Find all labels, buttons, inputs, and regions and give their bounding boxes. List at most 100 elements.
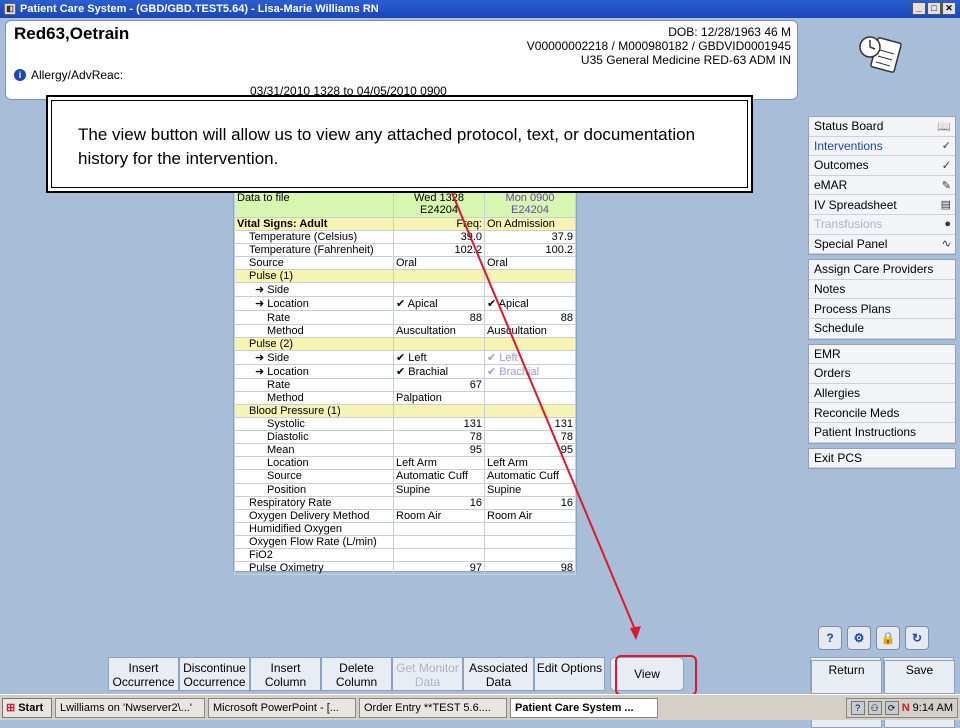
table-row[interactable]: Oxygen Flow Rate (L/min) bbox=[234, 534, 576, 549]
cell-value[interactable] bbox=[393, 547, 485, 563]
table-row[interactable]: Source Automatic Cuff Automatic Cuff bbox=[234, 469, 576, 484]
sidebar-item-schedule[interactable]: Schedule bbox=[809, 319, 955, 339]
table-row[interactable]: FiO2 bbox=[234, 547, 576, 563]
cell-value[interactable]: Left Arm bbox=[484, 456, 576, 471]
table-row[interactable]: Position Supine Supine bbox=[234, 482, 576, 497]
cell-value[interactable]: 98 bbox=[484, 561, 576, 576]
cell-value[interactable]: Supine bbox=[484, 482, 576, 497]
sidebar-item-special-panel[interactable]: Special Panel ∿ bbox=[809, 235, 955, 255]
cell-value[interactable]: 88 bbox=[393, 310, 485, 325]
table-row[interactable]: Temperature (Fahrenheit) 102.2 100.2 bbox=[234, 243, 576, 258]
table-row[interactable]: Diastolic 78 78 bbox=[234, 430, 576, 445]
allergy-row[interactable]: i Allergy/AdvReac: bbox=[14, 68, 123, 82]
table-row[interactable]: ➜ Side bbox=[234, 282, 576, 298]
cell-value[interactable]: 78 bbox=[393, 430, 485, 445]
sidebar-item-notes[interactable]: Notes bbox=[809, 280, 955, 300]
cell-value[interactable]: Left Arm bbox=[393, 456, 485, 471]
cell-value[interactable] bbox=[484, 336, 576, 351]
refresh-icon[interactable]: ↻ bbox=[905, 626, 929, 650]
cell-value[interactable]: ✔ Left bbox=[484, 349, 576, 365]
cell-value[interactable]: Room Air bbox=[393, 508, 485, 523]
cell-value[interactable]: 88 bbox=[484, 310, 576, 325]
cell-value[interactable] bbox=[484, 403, 576, 419]
table-row[interactable]: Oxygen Delivery Method Room Air Room Air bbox=[234, 508, 576, 523]
settings-icon[interactable]: ⚙ bbox=[847, 626, 871, 650]
cell-value[interactable]: 67 bbox=[393, 377, 485, 392]
table-row[interactable]: Humidified Oxygen bbox=[234, 521, 576, 536]
sidebar-item-outcomes[interactable]: Outcomes ✓ bbox=[809, 156, 955, 176]
taskbar-item-remote[interactable]: Lwilliams on 'Nwserver2\...' bbox=[55, 697, 205, 718]
table-row[interactable]: ➜ Side ✔ Left ✔ Left bbox=[234, 349, 576, 365]
cell-value[interactable] bbox=[393, 534, 485, 549]
associated-data-button[interactable]: Associated Data bbox=[463, 657, 534, 691]
sidebar-item-orders[interactable]: Orders bbox=[809, 364, 955, 384]
start-button[interactable]: ⊞ Start bbox=[2, 697, 52, 718]
sidebar-item-patient-instructions[interactable]: Patient Instructions bbox=[809, 423, 955, 443]
table-row[interactable]: Blood Pressure (1) bbox=[234, 403, 576, 419]
close-button[interactable]: ✕ bbox=[942, 2, 956, 15]
column-2-header[interactable]: Mon 0900 E24204 bbox=[484, 191, 576, 218]
table-row[interactable]: ➜ Location ✔ Brachial ✔ Brachial bbox=[234, 363, 576, 379]
cell-value[interactable]: Oral bbox=[393, 256, 485, 271]
table-row[interactable]: Systolic 131 131 bbox=[234, 417, 576, 432]
table-row[interactable]: Source Oral Oral bbox=[234, 256, 576, 271]
sidebar-item-status-board[interactable]: Status Board 📖 bbox=[809, 117, 955, 137]
taskbar-item-powerpoint[interactable]: Microsoft PowerPoint - [... bbox=[208, 697, 356, 718]
sidebar-item-assign-care-providers[interactable]: Assign Care Providers bbox=[809, 260, 955, 280]
cell-value[interactable]: Automatic Cuff bbox=[484, 469, 576, 484]
cell-value[interactable]: Room Air bbox=[484, 508, 576, 523]
table-row[interactable]: Mean 95 95 bbox=[234, 443, 576, 458]
sidebar-item-emr[interactable]: EMR bbox=[809, 345, 955, 365]
cell-value[interactable]: 100.2 bbox=[484, 243, 576, 258]
cell-value[interactable]: ✔ Brachial bbox=[393, 363, 485, 379]
cell-value[interactable]: 37.9 bbox=[484, 230, 576, 245]
delete-column-button[interactable]: Delete Column bbox=[321, 657, 392, 691]
sidebar-item-allergies[interactable]: Allergies bbox=[809, 384, 955, 404]
cell-value[interactable] bbox=[393, 521, 485, 536]
cell-value[interactable]: ✔ Apical bbox=[484, 296, 576, 312]
cell-value[interactable]: 39.0 bbox=[393, 230, 485, 245]
cell-value[interactable] bbox=[484, 282, 576, 298]
cell-value[interactable] bbox=[393, 282, 485, 298]
cell-value[interactable]: Auscultation bbox=[393, 323, 485, 338]
cell-value[interactable]: 95 bbox=[484, 443, 576, 458]
cell-value[interactable]: ✔ Apical bbox=[393, 296, 485, 312]
cell-value[interactable]: 16 bbox=[393, 495, 485, 510]
cell-value[interactable]: ✔ Left bbox=[393, 349, 485, 365]
tray-n-icon[interactable]: N bbox=[902, 702, 910, 714]
sidebar-item-interventions[interactable]: Interventions ✓ bbox=[809, 137, 955, 157]
cell-value[interactable]: 78 bbox=[484, 430, 576, 445]
table-row[interactable]: Rate 67 bbox=[234, 377, 576, 392]
flowsheet-table[interactable]: Data to file Wed 1328 E24204 Mon 0900 E2… bbox=[233, 190, 577, 576]
cell-value[interactable] bbox=[393, 269, 485, 284]
cell-value[interactable] bbox=[393, 336, 485, 351]
table-row[interactable]: Location Left Arm Left Arm bbox=[234, 456, 576, 471]
cell-value[interactable]: Palpation bbox=[393, 390, 485, 405]
sidebar-item-iv-spreadsheet[interactable]: IV Spreadsheet ▤ bbox=[809, 195, 955, 215]
cell-value[interactable] bbox=[484, 547, 576, 563]
save-button[interactable]: Save ✔ bbox=[883, 657, 955, 728]
taskbar-item-pcs[interactable]: Patient Care System ... bbox=[510, 697, 658, 718]
minimize-button[interactable]: _ bbox=[912, 2, 926, 15]
cell-value[interactable] bbox=[484, 390, 576, 405]
help-icon[interactable]: ? bbox=[818, 626, 842, 650]
cell-value[interactable] bbox=[484, 534, 576, 549]
cell-value[interactable]: Auscultation bbox=[484, 323, 576, 338]
cell-value[interactable]: 102.2 bbox=[393, 243, 485, 258]
table-row[interactable]: Pulse (2) bbox=[234, 336, 576, 351]
lock-icon[interactable]: 🔒 bbox=[876, 626, 900, 650]
cell-value[interactable] bbox=[484, 377, 576, 392]
table-row[interactable]: Respiratory Rate 16 16 bbox=[234, 495, 576, 510]
tray-network-icon[interactable]: ⚇ bbox=[867, 701, 882, 715]
tray-sync-icon[interactable]: ⟳ bbox=[884, 701, 899, 715]
sidebar-item-reconcile-meds[interactable]: Reconcile Meds bbox=[809, 403, 955, 423]
taskbar-item-order-entry[interactable]: Order Entry **TEST 5.6.... bbox=[359, 697, 507, 718]
cell-value[interactable]: Oral bbox=[484, 256, 576, 271]
edit-options-button[interactable]: Edit Options bbox=[534, 657, 605, 691]
insert-column-button[interactable]: Insert Column bbox=[250, 657, 321, 691]
cell-value[interactable]: 131 bbox=[484, 417, 576, 432]
insert-occurrence-button[interactable]: Insert Occurrence bbox=[108, 657, 179, 691]
table-row[interactable]: ➜ Location ✔ Apical ✔ Apical bbox=[234, 296, 576, 312]
table-row[interactable]: Method Auscultation Auscultation bbox=[234, 323, 576, 338]
tray-help-icon[interactable]: ? bbox=[850, 701, 865, 715]
